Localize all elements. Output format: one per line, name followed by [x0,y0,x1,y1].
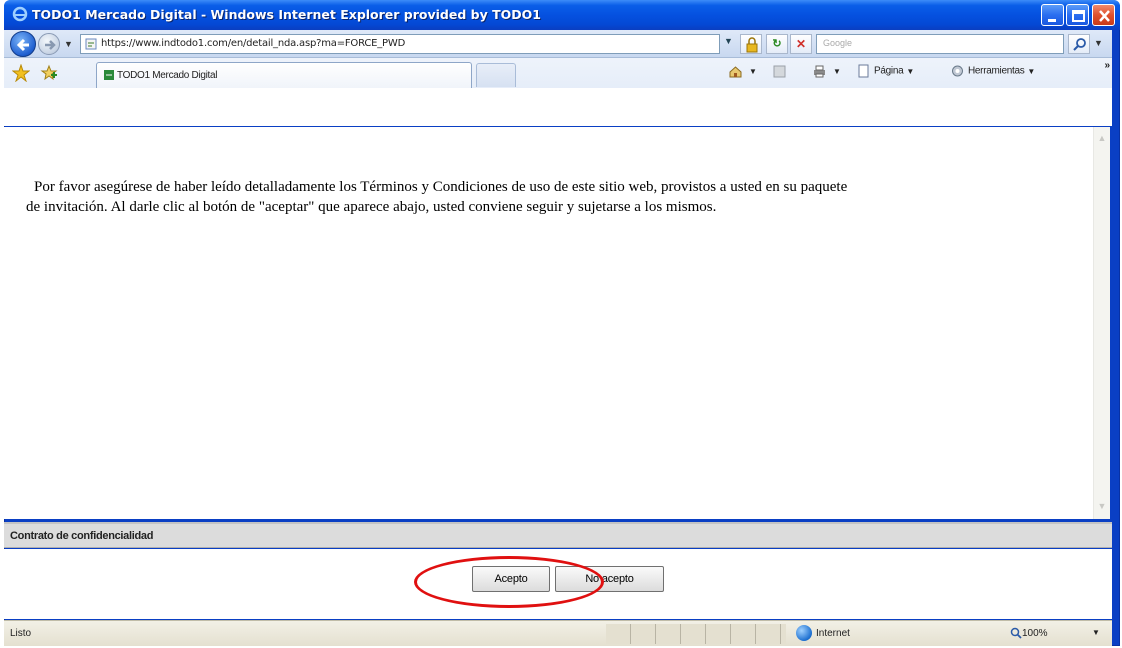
tab-label: TODO1 Mercado Digital [117,70,218,81]
minimize-button[interactable] [1041,4,1064,26]
page-favicon-icon [85,38,97,50]
back-arrow-icon [16,38,29,52]
zoom-icon[interactable] [1010,627,1022,639]
search-placeholder: Google [823,38,853,48]
refresh-icon: ↻ [772,38,782,50]
tab-favicon-icon [103,69,115,81]
maximize-button[interactable] [1066,4,1089,26]
new-tab-button[interactable] [476,63,516,87]
title-bar[interactable]: TODO1 Mercado Digital - Windows Internet… [4,0,1120,30]
print-icon [814,65,825,78]
command-bar: TODO1 Mercado Digital ▼ ▼ Página ▼ Herram… [4,58,1112,126]
status-bar: Listo Internet 100% ▼ [4,620,1112,646]
search-button[interactable] [1068,34,1090,54]
tools-menu-label: Herramientas [968,65,1025,77]
window-title: TODO1 Mercado Digital - Windows Internet… [32,7,541,22]
status-panels [606,624,786,644]
print-button[interactable]: ▼ [812,64,841,82]
home-icon [729,66,742,78]
close-button[interactable] [1092,4,1115,26]
recent-pages-dropdown[interactable]: ▼ [64,39,73,49]
page-icon [858,64,869,78]
scroll-up-icon[interactable]: ▲ [1096,133,1108,145]
decline-button[interactable]: No acepto [555,566,664,592]
frame-body: Acepto No acepto [4,549,1112,619]
status-text: Listo [10,628,32,639]
scroll-down-icon[interactable]: ▼ [1096,501,1108,513]
zoom-dropdown[interactable]: ▼ [1092,628,1100,637]
feeds-icon [773,65,786,78]
page-scrollbar[interactable]: ▲ ▼ [1093,127,1110,519]
zoom-level[interactable]: 100% [1022,628,1048,639]
notice-line-2: de invitación. Al darle clic al botón de… [26,199,717,215]
search-icon [1073,38,1086,51]
stop-button[interactable]: ✕ [790,34,812,54]
tab-todo1-mercado-digital[interactable]: TODO1 Mercado Digital [96,62,472,88]
back-button[interactable] [10,31,36,57]
home-button[interactable]: ▼ [728,64,757,82]
tools-menu[interactable]: Herramientas ▼ [950,64,1035,82]
search-options-dropdown[interactable]: ▼ [1094,38,1103,48]
frame-header: Contrato de confidencialidad [4,522,1112,548]
accept-button[interactable]: Acepto [472,566,550,592]
forward-arrow-icon [45,40,56,50]
security-zone-label[interactable]: Internet [816,628,850,639]
tools-icon [952,65,963,77]
address-input[interactable]: https://www.indtodo1.com/en/detail_nda.a… [80,34,720,54]
security-lock-button[interactable] [740,34,762,54]
feeds-button[interactable] [772,64,790,82]
add-favorites-icon[interactable] [40,64,58,82]
notice-line-1: Por favor asegúrese de haber leído detal… [34,179,848,195]
url-text: https://www.indtodo1.com/en/detail_nda.a… [101,38,406,49]
page-menu[interactable]: Página ▼ [856,64,914,82]
frame-title: Contrato de confidencialidad [10,530,154,542]
refresh-button[interactable]: ↻ [766,34,788,54]
terms-notice: Por favor asegúrese de haber leído detal… [26,177,1086,217]
tab-content-edge [4,88,1112,126]
command-bar-overflow[interactable]: » [1104,60,1110,71]
address-bar: ▼ https://www.indtodo1.com/en/detail_nda… [4,30,1112,58]
ie-logo-icon [12,6,28,22]
stop-icon: ✕ [795,37,807,51]
search-input[interactable]: Google [816,34,1064,54]
internet-zone-icon [796,625,812,641]
forward-button[interactable] [38,33,60,55]
page-menu-label: Página [874,65,904,77]
favorites-star-icon[interactable] [11,63,31,83]
address-dropdown[interactable]: ▼ [724,36,738,52]
page-content: Por favor asegúrese de haber leído detal… [4,127,1110,519]
lock-icon [746,37,758,53]
